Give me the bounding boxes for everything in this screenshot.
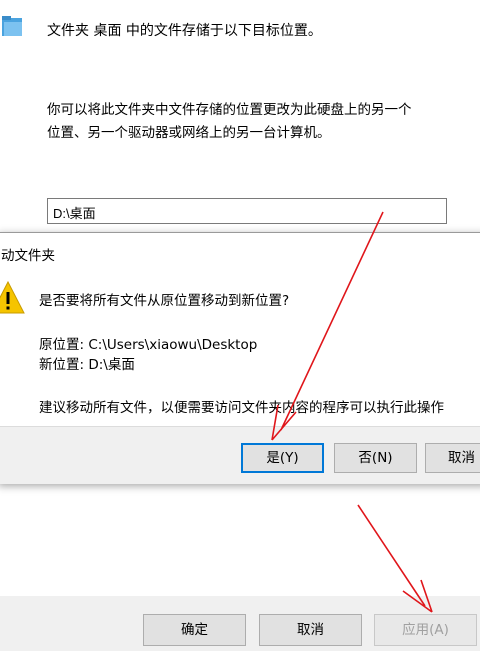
original-location-text: 原位置: C:\Users\xiaowu\Desktop — [39, 337, 258, 353]
apply-button[interactable]: 应用(A) — [374, 614, 477, 646]
dialog-advice-text: 建议移动所有文件，以便需要访问文件夹内容的程序可以执行此操作 — [39, 400, 444, 416]
location-header-text: 文件夹 桌面 中的文件存储于以下目标位置。 — [47, 23, 322, 39]
dialog-question: 是否要将所有文件从原位置移动到新位置? — [39, 293, 290, 309]
new-location-text: 新位置: D:\桌面 — [39, 357, 135, 373]
description-line-1: 你可以将此文件夹中文件存储的位置更改为此硬盘上的另一个 — [47, 102, 412, 118]
description-line-2: 位置、另一个驱动器或网络上的另一台计算机。 — [47, 125, 331, 141]
cancel-button[interactable]: 取消 — [259, 614, 362, 646]
no-button[interactable]: 否(N) — [334, 443, 417, 473]
warning-icon — [0, 280, 25, 314]
yes-button[interactable]: 是(Y) — [241, 443, 324, 473]
location-description: 你可以将此文件夹中文件存储的位置更改为此硬盘上的另一个 位置、另一个驱动器或网络… — [47, 99, 467, 145]
dialog-title: 动文件夹 — [1, 248, 55, 264]
target-path-input[interactable]: D:\桌面 — [47, 198, 447, 224]
ok-button[interactable]: 确定 — [143, 614, 246, 646]
folder-icon — [2, 16, 22, 36]
dialog-cancel-button[interactable]: 取消 — [425, 443, 480, 473]
